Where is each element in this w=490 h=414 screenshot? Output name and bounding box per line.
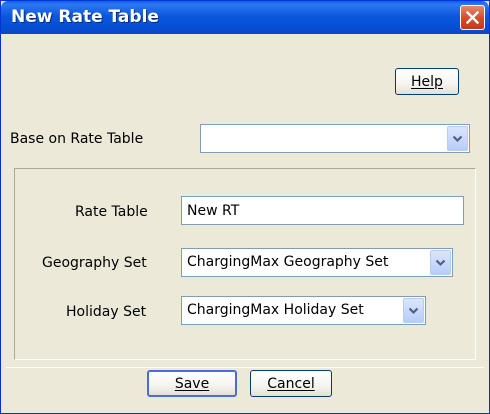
rate-table-input[interactable]: New RT <box>181 196 464 225</box>
chevron-down-icon <box>435 259 446 266</box>
window-title: New Rate Table <box>11 7 159 27</box>
close-icon <box>466 11 479 24</box>
geography-set-dropdown[interactable] <box>430 250 451 275</box>
chevron-down-icon <box>452 135 463 142</box>
holiday-set-dropdown[interactable] <box>403 298 424 323</box>
chevron-down-icon <box>408 307 419 314</box>
dialog-window: New Rate Table Help Base on Rate Table R… <box>0 0 490 414</box>
base-rate-table-dropdown[interactable] <box>447 126 468 151</box>
save-button[interactable]: Save <box>147 370 237 397</box>
help-button[interactable]: Help <box>395 68 459 95</box>
cancel-button[interactable]: Cancel <box>250 370 332 397</box>
close-button[interactable] <box>460 5 485 30</box>
rate-table-label: Rate Table <box>75 204 148 220</box>
rate-table-input-value: New RT <box>187 202 240 219</box>
cancel-button-label: Cancel <box>267 375 315 392</box>
geography-set-value: ChargingMax Geography Set <box>187 254 389 270</box>
save-button-label: Save <box>174 375 210 392</box>
geography-set-label: Geography Set <box>42 255 147 271</box>
holiday-set-label: Holiday Set <box>66 304 147 320</box>
title-bar[interactable]: New Rate Table <box>1 1 489 34</box>
help-button-label: Help <box>411 73 443 90</box>
dialog-content: Help Base on Rate Table Rate Table New R… <box>6 34 484 410</box>
base-rate-table-select[interactable] <box>200 124 470 153</box>
base-rate-table-label: Base on Rate Table <box>10 131 144 147</box>
holiday-set-select[interactable]: ChargingMax Holiday Set <box>181 296 426 325</box>
geography-set-select[interactable]: ChargingMax Geography Set <box>181 248 453 277</box>
footer-separator <box>6 367 484 368</box>
holiday-set-value: ChargingMax Holiday Set <box>187 302 364 318</box>
